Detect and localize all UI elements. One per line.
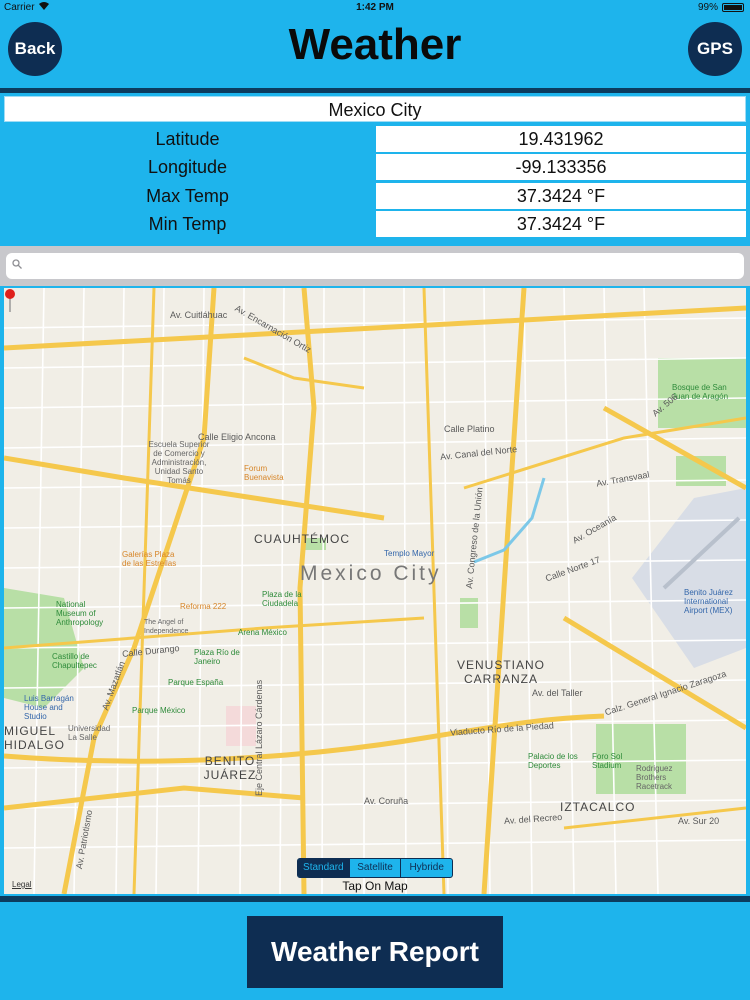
poi-label: Forum Buenavista [244, 464, 284, 482]
poi-label: Bosque de San Juan de Aragón [672, 383, 729, 401]
poi-label: Benito Juárez International Airport (MEX… [684, 588, 733, 615]
city-name-field[interactable]: Mexico City [4, 96, 746, 122]
max-temp-label: Max Temp [146, 186, 229, 206]
poi-label: Parque México [132, 706, 186, 715]
district-label: MIGUEL HIDALGO [4, 724, 66, 752]
poi-label: Plaza Río de Janeiro [194, 648, 240, 666]
map-city-label: Mexico City [300, 562, 442, 585]
street-label: Calle Platino [444, 424, 495, 434]
latitude-row: Latitude 19.431962 [0, 125, 750, 153]
gps-button[interactable]: GPS [688, 22, 742, 76]
header-bar: Back Weather GPS [0, 16, 750, 88]
search-bar [0, 246, 750, 286]
poi-label: Templo Mayor [384, 549, 435, 558]
street-label: Av. del Taller [532, 688, 583, 698]
poi-label: Plaza de la Ciudadela [262, 590, 302, 608]
poi-label: National Museum of Anthropology [56, 600, 104, 627]
weather-report-button[interactable]: Weather Report [247, 916, 503, 988]
location-pin-icon[interactable] [4, 288, 16, 312]
longitude-row: Longitude -99.133356 [0, 153, 750, 181]
poi-label: Galerías Plaza de las Estrellas [122, 550, 177, 568]
poi-label: Universidad La Salle [68, 724, 111, 742]
poi-label: Foro Sol Stadium [592, 752, 623, 770]
street-label: Av. Cuitláhuac [170, 310, 228, 320]
street-label: Av. Sur 20 [678, 816, 720, 826]
longitude-label: Longitude [147, 157, 228, 177]
header-divider [0, 88, 750, 93]
map-type-hybrid[interactable]: Hybride [401, 859, 452, 877]
poi-label: Arena México [238, 628, 287, 637]
latitude-label: Latitude [155, 129, 220, 149]
poi-label: Parque España [168, 678, 224, 687]
status-bar: Carrier 1:42 PM 99% [0, 0, 750, 16]
battery-percent: 99% [697, 2, 718, 13]
poi-label: Escuela Superior de Comercio y Administr… [148, 440, 210, 485]
district-label: VENUSTIANO CARRANZA [456, 658, 545, 686]
poi-label: The Angel of Independence [144, 619, 189, 635]
poi-label: Castillo de Chapultepec [52, 652, 97, 670]
map-search-input[interactable] [6, 253, 744, 279]
max-temp-row: Max Temp 37.3424 °F [0, 182, 750, 210]
max-temp-value: 37.3424 °F [376, 183, 746, 209]
longitude-value: -99.133356 [376, 154, 746, 180]
battery-icon [722, 3, 744, 12]
map-hint: Tap On Map [342, 879, 408, 893]
poi-label: Palacio de los Deportes [528, 752, 578, 770]
map-type-segmented-control: Standard Satellite Hybride [297, 858, 453, 878]
poi-label: Reforma 222 [180, 602, 227, 611]
latitude-value: 19.431962 [376, 126, 746, 152]
poi-label: Luis Barragán House and Studio [24, 694, 74, 721]
street-label: Av. Coruña [364, 796, 409, 806]
search-icon [12, 259, 22, 269]
poi-label: Rodriguez Brothers Racetrack [636, 764, 673, 791]
street-label: Eje Central Lázaro Cárdenas [254, 679, 264, 796]
min-temp-label: Min Temp [148, 214, 227, 234]
map-view[interactable]: CUAUHTÉMOC VENUSTIANO CARRANZA BENITO JU… [4, 288, 746, 894]
district-label: IZTACALCO [560, 800, 636, 814]
district-label: CUAUHTÉMOC [254, 532, 350, 546]
footer-divider [0, 896, 750, 902]
page-title: Weather [288, 20, 462, 69]
street-label: Calle Eligio Ancona [198, 432, 276, 442]
map-type-standard[interactable]: Standard [298, 859, 350, 877]
clock-time: 1:42 PM [356, 2, 394, 13]
min-temp-row: Min Temp 37.3424 °F [0, 210, 750, 238]
district-label: BENITO JUÁREZ [203, 754, 257, 782]
map-type-satellite[interactable]: Satellite [350, 859, 402, 877]
min-temp-value: 37.3424 °F [376, 211, 746, 237]
